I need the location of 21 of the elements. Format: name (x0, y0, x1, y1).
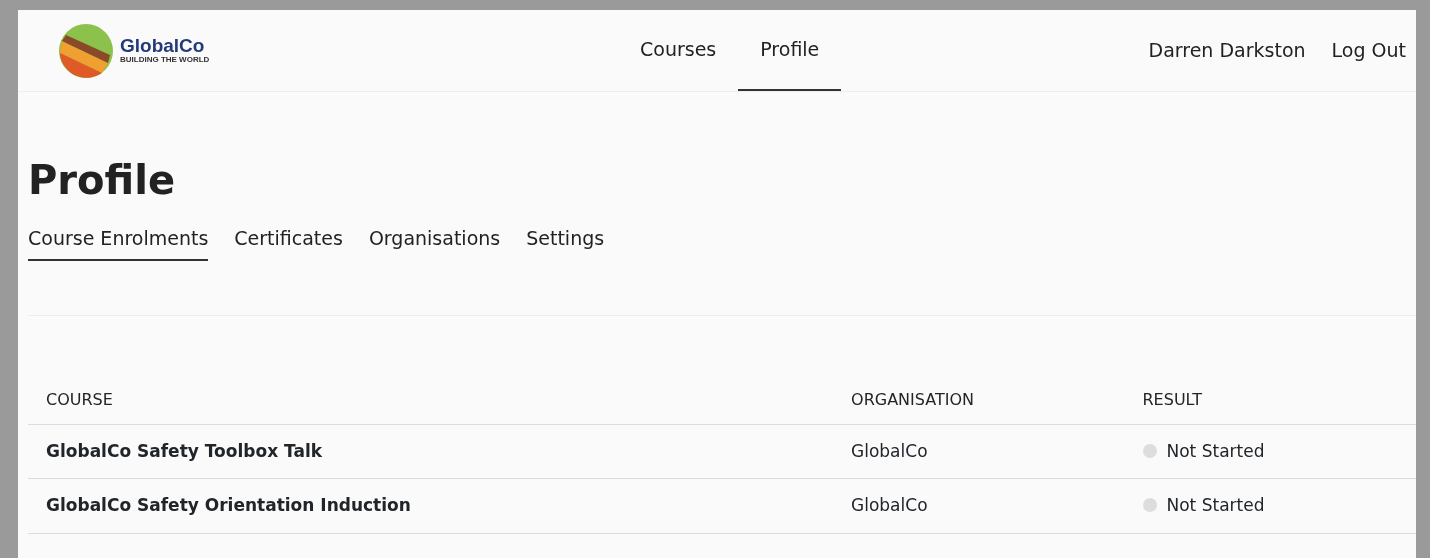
logo-name: GlobalCo (120, 36, 206, 56)
page-title: Profile (28, 156, 176, 204)
user-name-link[interactable]: Darren Darkston (1148, 36, 1306, 65)
logo-tagline: BUILDING THE WORLD (120, 55, 210, 65)
column-header: ORGANISATION (833, 381, 1125, 424)
tab[interactable]: Organisations (368, 224, 501, 261)
tab[interactable]: Course Enrolments (28, 224, 209, 261)
logout-link[interactable]: Log Out (1331, 36, 1406, 65)
status-text: Not Started (1166, 440, 1265, 461)
status-text: Not Started (1166, 495, 1265, 515)
nav-link[interactable]: Profile (738, 10, 842, 91)
organisation-name: GlobalCo (851, 440, 928, 461)
course-name: GlobalCo Safety Orientation Induction (46, 495, 411, 515)
logo-icon (58, 22, 114, 79)
organisation-name: GlobalCo (851, 495, 928, 515)
nav-link[interactable]: Courses (618, 10, 739, 91)
column-header: RESULT (1124, 381, 1416, 424)
tab[interactable]: Settings (526, 224, 605, 261)
course-name: GlobalCo Safety Toolbox Talk (46, 440, 323, 461)
column-header: COURSE (28, 381, 834, 424)
tab[interactable]: Certificates (234, 224, 343, 261)
